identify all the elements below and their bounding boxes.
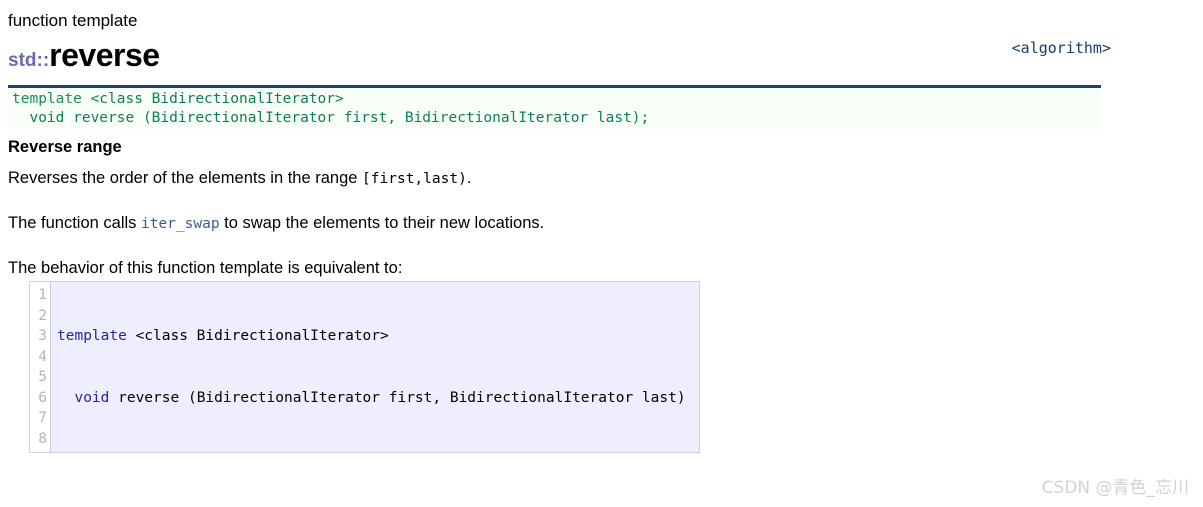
prototype-line2: void reverse (BidirectionalIterator firs… bbox=[12, 110, 650, 126]
line-number: 1 bbox=[38, 287, 47, 303]
para2-post-text: to swap the elements to their new locati… bbox=[219, 214, 545, 232]
code-keyword: template bbox=[57, 328, 127, 344]
para1-pre-text: Reverses the order of the elements in th… bbox=[8, 169, 363, 187]
section-heading: Reverse range bbox=[8, 138, 122, 156]
line-number: 5 bbox=[38, 369, 47, 385]
line-number: 8 bbox=[38, 430, 47, 447]
code-line-rest: reverse (BidirectionalIterator first, Bi… bbox=[109, 389, 686, 406]
range-notation: [first,last) bbox=[362, 171, 467, 187]
iter-swap-link[interactable]: iter_swap bbox=[141, 216, 220, 232]
code-line-pre: { bbox=[57, 451, 66, 452]
description-paragraph-2: The function calls iter_swap to swap the… bbox=[8, 212, 544, 235]
line-number: 2 bbox=[38, 307, 47, 324]
code-line-number-gutter: 1 2 3 4 5 6 7 8 bbox=[30, 282, 50, 452]
line-number: 6 bbox=[38, 389, 47, 406]
function-name: reverse bbox=[49, 37, 160, 73]
code-keyword: void bbox=[74, 389, 110, 406]
para1-post-text: . bbox=[466, 169, 472, 187]
function-prototype-block: template <class BidirectionalIterator> v… bbox=[8, 88, 1101, 130]
code-line: { bbox=[57, 449, 699, 452]
line-number: 3 bbox=[38, 328, 47, 344]
code-line-rest: <class BidirectionalIterator> bbox=[126, 328, 389, 344]
code-source-area[interactable]: template <class BidirectionalIterator> v… bbox=[50, 282, 699, 452]
line-number: 4 bbox=[38, 348, 47, 365]
description-paragraph-1: Reverses the order of the elements in th… bbox=[8, 167, 471, 190]
description-paragraph-3: The behavior of this function template i… bbox=[8, 259, 403, 277]
equivalent-code-block[interactable]: 1 2 3 4 5 6 7 8 template <class Bidirect… bbox=[29, 281, 700, 453]
reference-page: function template std::reverse <algorith… bbox=[0, 0, 1203, 507]
page-title: std::reverse bbox=[8, 37, 160, 73]
entity-kind-label: function template bbox=[8, 11, 138, 30]
namespace-prefix: std:: bbox=[8, 50, 50, 71]
para2-pre-text: The function calls bbox=[8, 214, 141, 232]
prototype-keyword: template bbox=[12, 91, 82, 107]
header-include-link[interactable]: <algorithm> bbox=[1012, 38, 1111, 58]
line-number: 7 bbox=[38, 410, 47, 426]
code-line: void reverse (BidirectionalIterator firs… bbox=[57, 388, 699, 409]
code-line: template <class BidirectionalIterator> bbox=[57, 326, 699, 347]
prototype-line1-rest: <class BidirectionalIterator> bbox=[81, 91, 344, 107]
csdn-watermark: CSDN @青色_忘川 bbox=[1041, 478, 1189, 498]
code-line-pre bbox=[57, 390, 74, 406]
